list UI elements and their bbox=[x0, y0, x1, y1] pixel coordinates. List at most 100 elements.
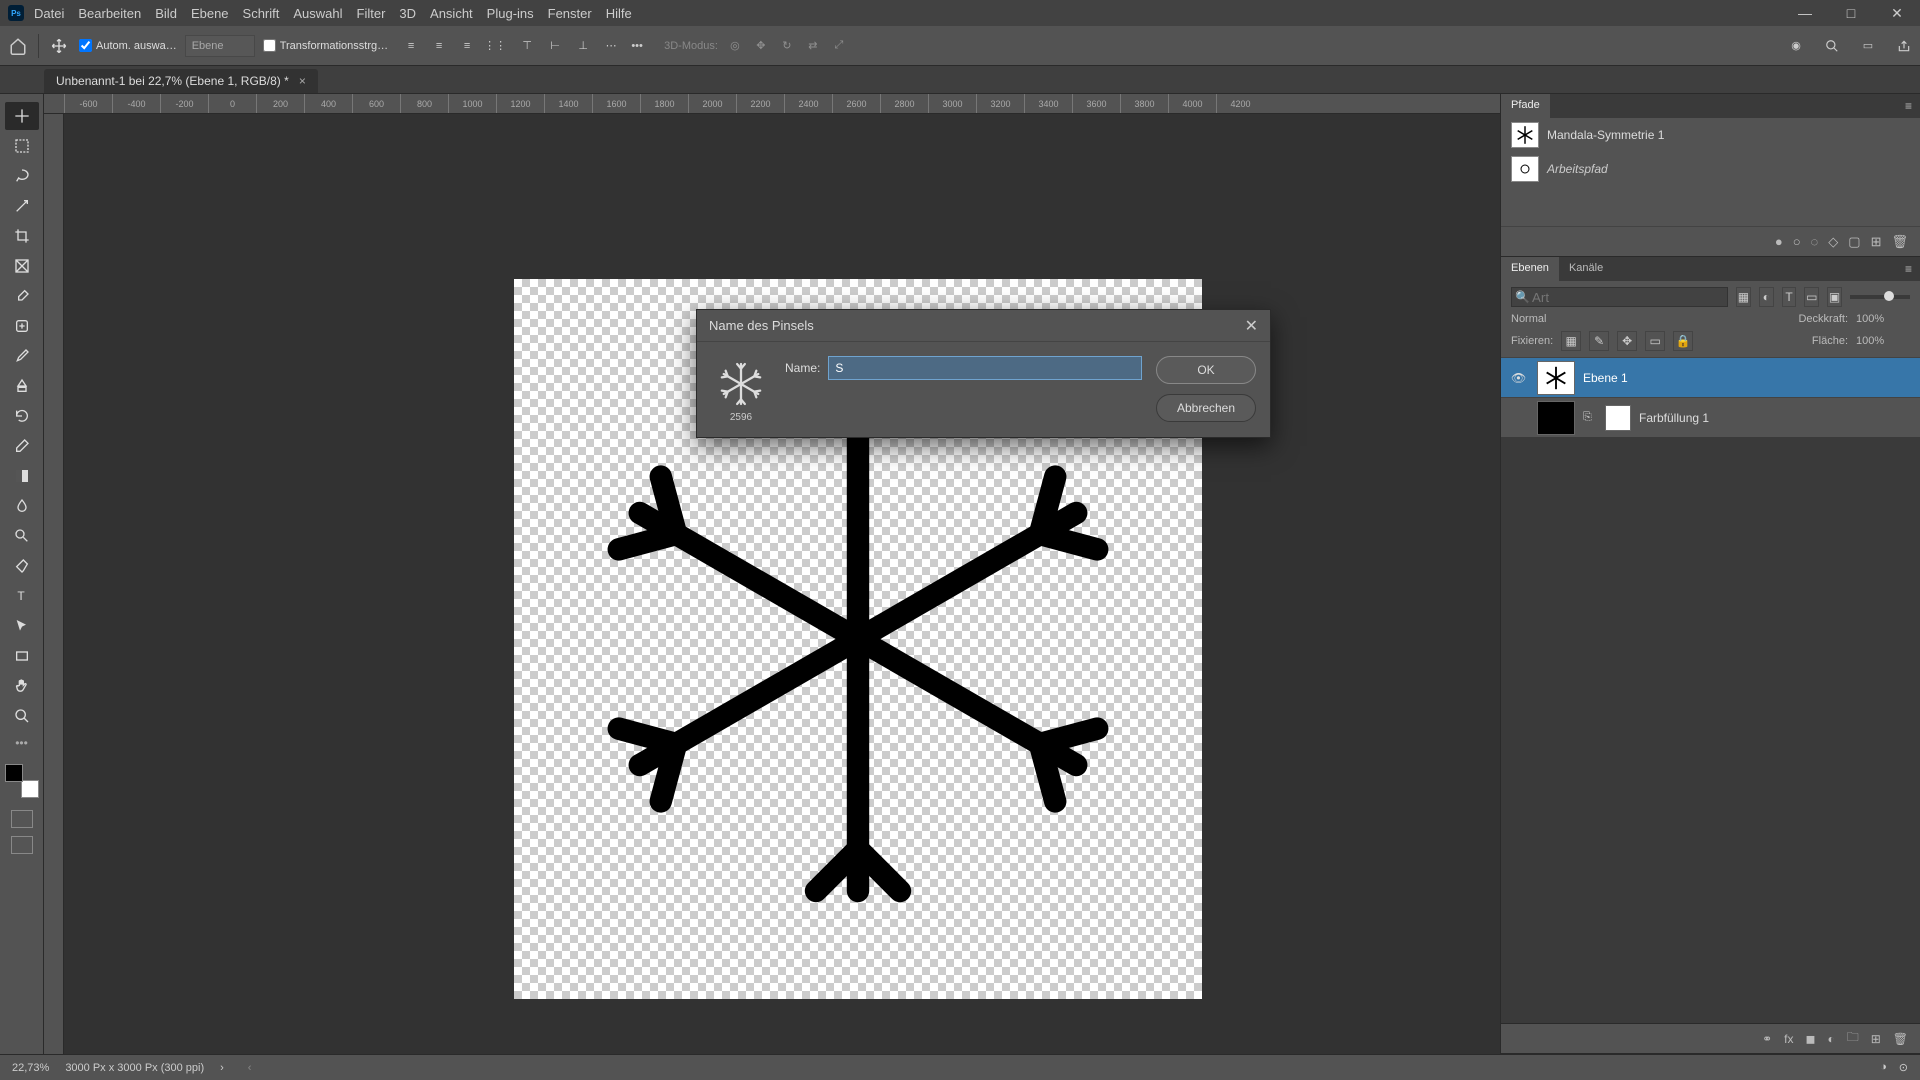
menu-schrift[interactable]: Schrift bbox=[243, 6, 280, 21]
lock-all-icon[interactable]: 🔒 bbox=[1673, 331, 1693, 351]
path-item[interactable]: Mandala-Symmetrie 1 bbox=[1501, 118, 1920, 152]
canvas[interactable]: Name des Pinsels ✕ bbox=[64, 114, 1500, 1054]
healing-brush-tool[interactable] bbox=[5, 312, 39, 340]
distribute-v-icon[interactable]: ⋯ bbox=[602, 37, 620, 55]
menu-bearbeiten[interactable]: Bearbeiten bbox=[78, 6, 141, 21]
menu-ebene[interactable]: Ebene bbox=[191, 6, 229, 21]
brush-name-input[interactable] bbox=[828, 356, 1142, 380]
brush-tool[interactable] bbox=[5, 342, 39, 370]
frame-tool[interactable] bbox=[5, 252, 39, 280]
panel-menu-icon[interactable]: ≡ bbox=[1897, 94, 1920, 118]
layer-mask-thumb[interactable] bbox=[1605, 405, 1631, 431]
visibility-icon[interactable]: 👁 bbox=[1511, 371, 1529, 385]
layer-thumb[interactable] bbox=[1537, 361, 1575, 395]
close-tab-icon[interactable]: × bbox=[299, 74, 306, 88]
minimize-button[interactable]: — bbox=[1782, 0, 1828, 26]
rectangle-tool[interactable] bbox=[5, 642, 39, 670]
blur-tool[interactable] bbox=[5, 492, 39, 520]
align-bottom-icon[interactable]: ⊥ bbox=[574, 37, 592, 55]
align-center-h-icon[interactable]: ≡ bbox=[430, 37, 448, 55]
menu-3d[interactable]: 3D bbox=[399, 6, 416, 21]
timeline-prev-icon[interactable]: ‹ bbox=[248, 1062, 252, 1074]
move-tool-icon[interactable] bbox=[47, 34, 71, 58]
filter-adjust-icon[interactable]: ◐ bbox=[1759, 287, 1774, 307]
layer-fx-icon[interactable]: fx bbox=[1784, 1032, 1793, 1046]
layer-filter-search[interactable]: 🔍 bbox=[1511, 287, 1728, 307]
menu-auswahl[interactable]: Auswahl bbox=[293, 6, 342, 21]
status-sync-icon[interactable]: ◑ bbox=[1880, 1061, 1887, 1074]
cloud-docs-icon[interactable]: ◉ bbox=[1786, 36, 1806, 56]
lock-pixels-icon[interactable]: ✎ bbox=[1589, 331, 1609, 351]
distribute-h-icon[interactable]: ⋮⋮ bbox=[486, 37, 504, 55]
path-select-tool[interactable] bbox=[5, 612, 39, 640]
zoom-level[interactable]: 22,73% bbox=[12, 1062, 49, 1074]
align-top-icon[interactable]: ⊤ bbox=[518, 37, 536, 55]
delete-layer-icon[interactable]: 🗑 bbox=[1893, 1032, 1908, 1046]
lock-position-icon[interactable]: ✥ bbox=[1617, 331, 1637, 351]
doc-info[interactable]: 3000 Px x 3000 Px (300 ppi) bbox=[65, 1062, 204, 1074]
fill-value[interactable]: 100% bbox=[1856, 335, 1910, 347]
menu-datei[interactable]: Datei bbox=[34, 6, 64, 21]
type-tool[interactable]: T bbox=[5, 582, 39, 610]
lock-transparent-icon[interactable]: ▦ bbox=[1561, 331, 1581, 351]
dodge-tool[interactable] bbox=[5, 522, 39, 550]
auto-select-mode[interactable]: Ebene bbox=[185, 35, 255, 57]
menu-ansicht[interactable]: Ansicht bbox=[430, 6, 473, 21]
adjustment-layer-icon[interactable]: ◐ bbox=[1827, 1032, 1834, 1046]
dialog-titlebar[interactable]: Name des Pinsels ✕ bbox=[697, 310, 1270, 342]
blend-mode-select[interactable]: Normal bbox=[1511, 313, 1621, 325]
menu-fenster[interactable]: Fenster bbox=[548, 6, 592, 21]
quickmask-icon[interactable] bbox=[11, 810, 33, 828]
close-window-button[interactable]: ✕ bbox=[1874, 0, 1920, 26]
new-group-icon[interactable]: 🗀 bbox=[1847, 1028, 1859, 1049]
menu-plugins[interactable]: Plug-ins bbox=[487, 6, 534, 21]
transform-controls-checkbox[interactable]: Transformationsstrg… bbox=[263, 39, 388, 52]
cancel-button[interactable]: Abbrechen bbox=[1156, 394, 1256, 422]
eyedropper-tool[interactable] bbox=[5, 282, 39, 310]
pen-tool[interactable] bbox=[5, 552, 39, 580]
delete-path-icon[interactable]: 🗑 bbox=[1891, 234, 1908, 250]
maximize-button[interactable]: □ bbox=[1828, 0, 1874, 26]
workspace-icon[interactable]: ▭ bbox=[1858, 36, 1878, 56]
opacity-value[interactable]: 100% bbox=[1856, 313, 1910, 325]
new-path-icon[interactable]: ⊞ bbox=[1871, 234, 1882, 250]
align-center-v-icon[interactable]: ⊢ bbox=[546, 37, 564, 55]
path-to-selection-icon[interactable]: ◌ bbox=[1811, 234, 1819, 249]
menu-bild[interactable]: Bild bbox=[155, 6, 177, 21]
crop-tool[interactable] bbox=[5, 222, 39, 250]
ruler-vertical[interactable] bbox=[44, 114, 64, 1054]
tab-pfade[interactable]: Pfade bbox=[1501, 94, 1550, 118]
layer-filter-input[interactable] bbox=[1511, 287, 1728, 307]
layer-item[interactable]: ⎘ Farbfüllung 1 bbox=[1501, 397, 1920, 437]
transform-check[interactable] bbox=[263, 39, 276, 52]
lock-artboard-icon[interactable]: ▭ bbox=[1645, 331, 1665, 351]
eraser-tool[interactable] bbox=[5, 432, 39, 460]
home-icon[interactable] bbox=[6, 34, 30, 58]
doc-info-arrow-icon[interactable]: › bbox=[220, 1062, 224, 1074]
share-icon[interactable] bbox=[1894, 36, 1914, 56]
tab-kanaele[interactable]: Kanäle bbox=[1559, 257, 1613, 281]
ruler-horizontal[interactable]: -600 -400 -200 0 200 400 600 800 1000 12… bbox=[44, 94, 1500, 114]
tab-ebenen[interactable]: Ebenen bbox=[1501, 257, 1559, 281]
more-align-icon[interactable]: ••• bbox=[628, 37, 646, 55]
color-swatches[interactable] bbox=[5, 764, 39, 798]
dialog-close-icon[interactable]: ✕ bbox=[1245, 316, 1258, 336]
search-icon[interactable] bbox=[1822, 36, 1842, 56]
zoom-tool[interactable] bbox=[5, 702, 39, 730]
fill-path-icon[interactable]: ● bbox=[1775, 234, 1783, 249]
status-notif-icon[interactable]: ⊙ bbox=[1899, 1061, 1908, 1074]
new-layer-icon[interactable]: ⊞ bbox=[1871, 1032, 1881, 1046]
background-color[interactable] bbox=[21, 780, 39, 798]
layer-item[interactable]: 👁 Ebene 1 bbox=[1501, 357, 1920, 397]
auto-select-checkbox[interactable]: Autom. auswa… bbox=[79, 39, 177, 52]
menu-hilfe[interactable]: Hilfe bbox=[606, 6, 632, 21]
align-left-icon[interactable]: ≡ bbox=[402, 37, 420, 55]
stroke-path-icon[interactable]: ○ bbox=[1793, 234, 1801, 249]
add-mask-icon[interactable]: ◼ bbox=[1805, 1032, 1815, 1046]
path-item[interactable]: Arbeitspfad bbox=[1501, 152, 1920, 186]
ok-button[interactable]: OK bbox=[1156, 356, 1256, 384]
menu-filter[interactable]: Filter bbox=[357, 6, 386, 21]
filter-pixel-icon[interactable]: ▦ bbox=[1736, 287, 1751, 307]
link-layers-icon[interactable]: ⚭ bbox=[1762, 1032, 1772, 1046]
gradient-tool[interactable] bbox=[5, 462, 39, 490]
